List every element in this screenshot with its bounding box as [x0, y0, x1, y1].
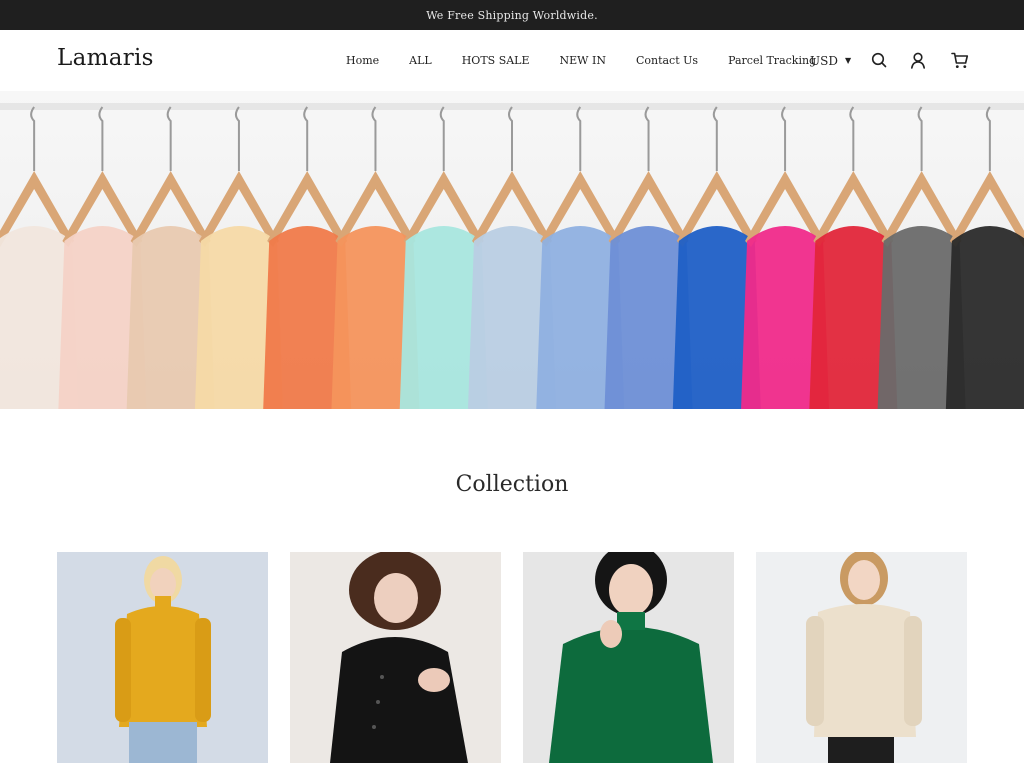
nav-home[interactable]: Home: [346, 54, 379, 67]
announcement-bar: We Free Shipping Worldwide.: [0, 0, 1024, 30]
product-card-black-cardigan[interactable]: [290, 552, 501, 763]
announcement-text: We Free Shipping Worldwide.: [426, 8, 598, 22]
nav-all[interactable]: ALL: [409, 54, 432, 67]
hero-banner[interactable]: [0, 91, 1024, 409]
currency-selector[interactable]: USD ▼: [810, 30, 851, 91]
product-image: [523, 552, 734, 763]
brand-logo[interactable]: Lamaris: [57, 45, 154, 71]
nav-contact-us[interactable]: Contact Us: [636, 54, 698, 67]
search-icon[interactable]: [869, 50, 889, 70]
nav-hots-sale[interactable]: HOTS SALE: [462, 54, 530, 67]
hanging-garment: [945, 226, 1024, 409]
collection-title: Collection: [455, 472, 569, 497]
product-image: [290, 552, 501, 763]
product-card-green-sweater[interactable]: [523, 552, 734, 763]
product-card-yellow-sweater[interactable]: [57, 552, 268, 763]
clothing-rack-image: [0, 91, 1024, 409]
caret-down-icon: ▼: [844, 56, 852, 65]
product-card-cream-sweater[interactable]: [756, 552, 967, 763]
site-header: Lamaris Home ALL HOTS SALE NEW IN Contac…: [0, 30, 1024, 91]
main-nav: Home ALL HOTS SALE NEW IN Contact Us Par…: [346, 30, 816, 91]
currency-label: USD: [810, 53, 838, 68]
user-icon[interactable]: [908, 50, 928, 70]
nav-new-in[interactable]: NEW IN: [560, 54, 606, 67]
nav-parcel-tracking[interactable]: Parcel Tracking: [728, 54, 816, 67]
product-image: [57, 552, 268, 763]
cart-icon[interactable]: [950, 50, 970, 70]
product-image: [756, 552, 967, 763]
